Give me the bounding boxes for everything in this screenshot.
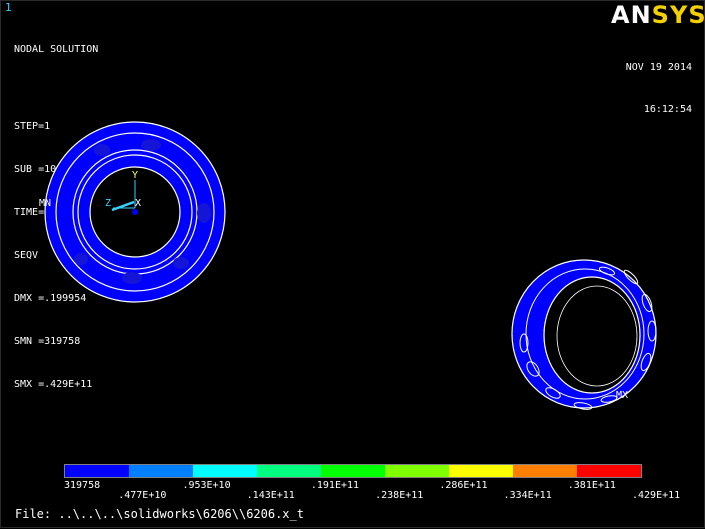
legend-tick-label: .286E+11 bbox=[439, 480, 488, 491]
legend-band bbox=[385, 465, 449, 477]
legend-band bbox=[193, 465, 257, 477]
legend-band bbox=[257, 465, 321, 477]
bearing-iso-view bbox=[511, 259, 657, 410]
axis-y-label: Y bbox=[132, 170, 138, 181]
axis-z-label: Z bbox=[105, 198, 111, 209]
legend-tick-label: .429E+11 bbox=[632, 490, 681, 501]
legend-tick-label: .477E+10 bbox=[118, 490, 167, 501]
contour-legend-labels: 319758 .477E+10 .953E+10 .143E+11 .191E+11 .2… bbox=[1, 479, 705, 503]
legend-band bbox=[321, 465, 385, 477]
graphics-window[interactable]: 1 NODAL SOLUTION STEP=1 SUB =101 TIME=.0… bbox=[0, 0, 705, 528]
min-marker: MN bbox=[39, 198, 51, 209]
legend-band bbox=[577, 465, 641, 477]
legend-tick-label: 319758 bbox=[64, 480, 101, 491]
contour-legend-bar bbox=[64, 464, 642, 478]
legend-tick-label: .191E+11 bbox=[310, 480, 360, 491]
max-marker: MX bbox=[616, 390, 628, 401]
bearing-front-view bbox=[44, 121, 226, 303]
legend-tick-label: .334E+11 bbox=[503, 490, 552, 501]
model-viewport[interactable]: Y Z X MN MX bbox=[1, 1, 705, 529]
file-path: File: ..\..\..\solidworks\6206\\6206.x_t bbox=[15, 507, 304, 521]
legend-tick-label: .238E+11 bbox=[375, 490, 424, 501]
legend-band bbox=[513, 465, 577, 477]
legend-band bbox=[129, 465, 193, 477]
legend-band bbox=[65, 465, 129, 477]
axis-x-label: X bbox=[135, 198, 141, 209]
legend-band bbox=[449, 465, 513, 477]
legend-tick-label: .953E+10 bbox=[182, 480, 231, 491]
legend-tick-label: .381E+11 bbox=[567, 480, 616, 491]
legend-tick-label: .143E+11 bbox=[246, 490, 295, 501]
